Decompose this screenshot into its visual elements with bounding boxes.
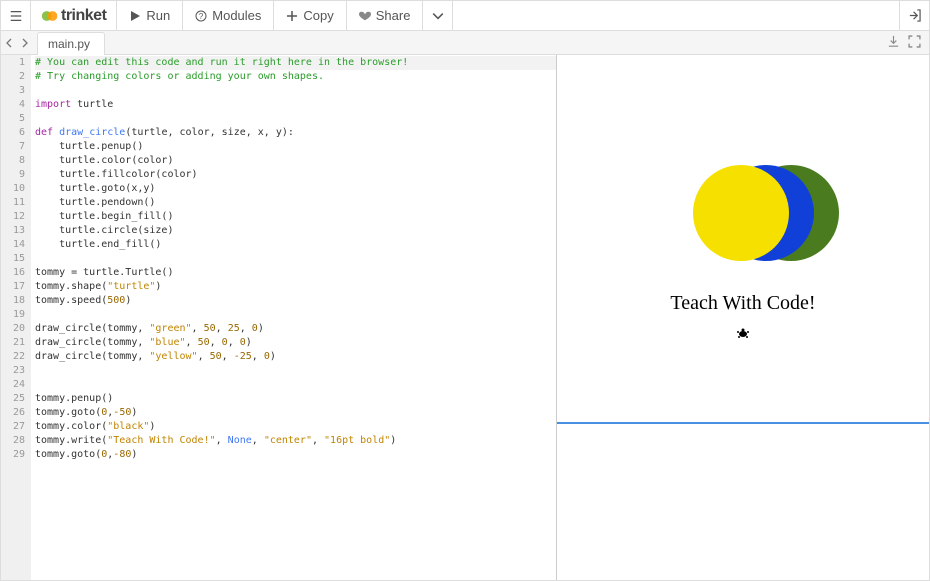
code-line[interactable]: tommy.goto(0,-80) [35,448,556,462]
share-label: Share [376,8,411,23]
login-icon [908,9,921,22]
trinket-logo-icon [41,9,59,23]
code-line[interactable]: turtle.goto(x,y) [35,182,556,196]
brand-logo[interactable]: trinket [31,1,117,31]
code-line[interactable]: tommy.penup() [35,392,556,406]
code-line[interactable]: tommy = turtle.Turtle() [35,266,556,280]
chevron-down-icon [432,10,444,22]
chevron-left-icon [6,38,12,48]
line-gutter: 1234567891011121314151617181920212223242… [1,55,31,580]
code-line[interactable]: tommy.speed(500) [35,294,556,308]
download-button[interactable] [887,35,900,51]
code-line[interactable]: draw_circle(tommy, "yellow", 50, -25, 0) [35,350,556,364]
hamburger-icon [9,9,23,23]
code-line[interactable]: def draw_circle(turtle, color, size, x, … [35,126,556,140]
copy-label: Copy [303,8,333,23]
code-line[interactable] [35,364,556,378]
code-editor[interactable]: 1234567891011121314151617181920212223242… [1,55,557,580]
code-line[interactable]: turtle.penup() [35,140,556,154]
chevron-right-icon [22,38,28,48]
fullscreen-button[interactable] [908,35,921,51]
code-line[interactable] [35,112,556,126]
code-line[interactable]: turtle.circle(size) [35,224,556,238]
console-area[interactable] [557,424,929,580]
copy-button[interactable]: Copy [274,1,346,31]
code-line[interactable]: turtle.begin_fill() [35,210,556,224]
nav-back[interactable] [1,31,17,54]
code-line[interactable]: turtle.color(color) [35,154,556,168]
main-split: 1234567891011121314151617181920212223242… [1,55,929,580]
file-tab-label: main.py [48,37,90,51]
tab-bar: main.py [1,31,929,55]
turtle-canvas: Teach With Code! [557,55,929,422]
output-pane: Teach With Code! [557,55,929,580]
brand-name: trinket [61,7,106,25]
code-line[interactable] [35,252,556,266]
run-label: Run [146,8,170,23]
code-line[interactable]: turtle.fillcolor(color) [35,168,556,182]
modules-label: Modules [212,8,261,23]
modules-button[interactable]: ? Modules [183,1,274,31]
download-icon [887,35,900,48]
menu-button[interactable] [1,1,31,31]
turtle-cursor-icon [736,327,750,343]
code-line[interactable]: # You can edit this code and run it righ… [35,56,556,70]
plus-icon [286,10,298,22]
question-icon: ? [195,10,207,22]
play-icon [129,10,141,22]
code-line[interactable]: tommy.color("black") [35,420,556,434]
code-line[interactable]: tommy.shape("turtle") [35,280,556,294]
svg-text:?: ? [199,12,204,21]
top-toolbar: trinket Run ? Modules Copy Share [1,1,929,31]
code-line[interactable]: draw_circle(tommy, "blue", 50, 0, 0) [35,336,556,350]
code-line[interactable]: import turtle [35,98,556,112]
code-line[interactable]: turtle.end_fill() [35,238,556,252]
code-content[interactable]: # You can edit this code and run it righ… [31,55,556,580]
code-line[interactable] [35,378,556,392]
share-button[interactable]: Share [347,1,424,31]
code-line[interactable]: tommy.goto(0,-50) [35,406,556,420]
code-line[interactable]: # Try changing colors or adding your own… [35,70,556,84]
run-button[interactable]: Run [117,1,183,31]
code-line[interactable]: tommy.write("Teach With Code!", None, "c… [35,434,556,448]
more-dropdown[interactable] [423,1,453,31]
login-button[interactable] [899,1,929,31]
share-icon [359,10,371,22]
code-line[interactable]: turtle.pendown() [35,196,556,210]
circle-yellow [693,165,789,261]
code-line[interactable] [35,84,556,98]
code-line[interactable] [35,308,556,322]
code-line[interactable]: draw_circle(tommy, "green", 50, 25, 0) [35,322,556,336]
canvas-text: Teach With Code! [670,292,815,315]
expand-icon [908,35,921,48]
file-tab[interactable]: main.py [37,32,105,55]
nav-forward[interactable] [17,31,33,54]
